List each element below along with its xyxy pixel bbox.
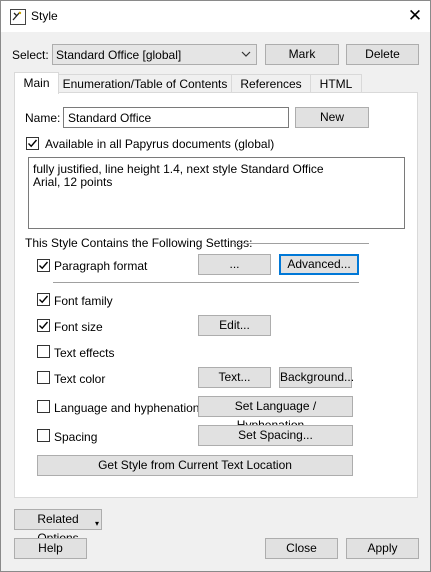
spacing-checkbox[interactable] xyxy=(37,429,50,442)
style-description-box: fully justified, line height 1.4, next s… xyxy=(28,157,405,229)
delete-button[interactable]: Delete xyxy=(346,44,419,65)
new-button[interactable]: New xyxy=(295,107,369,128)
paragraph-format-ellipsis-button[interactable]: ... xyxy=(198,254,271,275)
description-line-2: Arial, 12 points xyxy=(33,175,113,189)
paragraph-divider xyxy=(53,282,359,283)
text-color-label: Text color xyxy=(54,372,106,386)
close-window-icon[interactable]: ✕ xyxy=(405,6,425,26)
text-effects-checkbox[interactable] xyxy=(37,345,50,358)
tab-main[interactable]: Main xyxy=(14,72,59,94)
paragraph-format-checkbox[interactable] xyxy=(37,259,50,272)
font-family-checkbox[interactable] xyxy=(37,293,50,306)
dropdown-arrow-icon: ▾ xyxy=(94,519,99,528)
font-size-checkbox[interactable] xyxy=(37,319,50,332)
related-options-button[interactable]: Related Options ▾ xyxy=(14,509,102,545)
language-hyphenation-label: Language and hyphenation xyxy=(54,401,200,415)
advanced-button[interactable]: Advanced... xyxy=(279,254,359,275)
tab-enumeration[interactable]: Enumeration/Table of Contents xyxy=(58,74,232,93)
name-label: Name: xyxy=(25,111,61,125)
font-family-label: Font family xyxy=(54,294,113,308)
get-style-from-text-button[interactable]: Get Style from Current Text Location xyxy=(37,455,353,476)
close-button[interactable]: Close xyxy=(265,538,338,559)
title-bar: Style ✕ xyxy=(1,1,430,32)
style-name-value: Standard Office xyxy=(68,111,152,125)
mark-button[interactable]: Mark xyxy=(265,44,339,65)
help-button[interactable]: Help xyxy=(14,538,87,559)
background-color-button[interactable]: Background... xyxy=(279,367,354,388)
apply-button[interactable]: Apply xyxy=(346,538,419,559)
text-color-button[interactable]: Text... xyxy=(198,367,271,388)
available-global-label: Available in all Papyrus documents (glob… xyxy=(45,137,275,151)
window-title: Style xyxy=(31,9,58,23)
font-size-label: Font size xyxy=(54,320,103,334)
select-label: Select: xyxy=(12,48,49,62)
text-color-checkbox[interactable] xyxy=(37,371,50,384)
tab-references[interactable]: References xyxy=(231,74,311,93)
text-effects-label: Text effects xyxy=(54,346,115,360)
set-language-button[interactable]: Set Language / Hyphenation... xyxy=(198,396,353,432)
style-dialog: Style ✕ Select: Standard Office [global]… xyxy=(0,0,431,572)
set-spacing-button[interactable]: Set Spacing... xyxy=(198,425,353,446)
spacing-label: Spacing xyxy=(54,430,98,444)
language-hyphenation-checkbox[interactable] xyxy=(37,400,50,413)
font-size-edit-button[interactable]: Edit... xyxy=(198,315,271,336)
style-select-dropdown[interactable]: Standard Office [global] xyxy=(52,44,257,65)
paragraph-format-label: Paragraph format xyxy=(54,259,148,273)
available-global-checkbox[interactable] xyxy=(26,137,39,150)
chevron-down-icon xyxy=(241,47,251,64)
main-tab-panel: Name: Standard Office New Available in a… xyxy=(14,92,418,498)
tab-html[interactable]: HTML xyxy=(310,74,362,93)
style-select-value: Standard Office [global] xyxy=(56,48,182,62)
papyrus-app-icon xyxy=(10,9,26,25)
settings-header-divider xyxy=(233,243,369,244)
style-name-field[interactable]: Standard Office xyxy=(63,107,289,128)
settings-header: This Style Contains the Following Settin… xyxy=(25,236,253,250)
